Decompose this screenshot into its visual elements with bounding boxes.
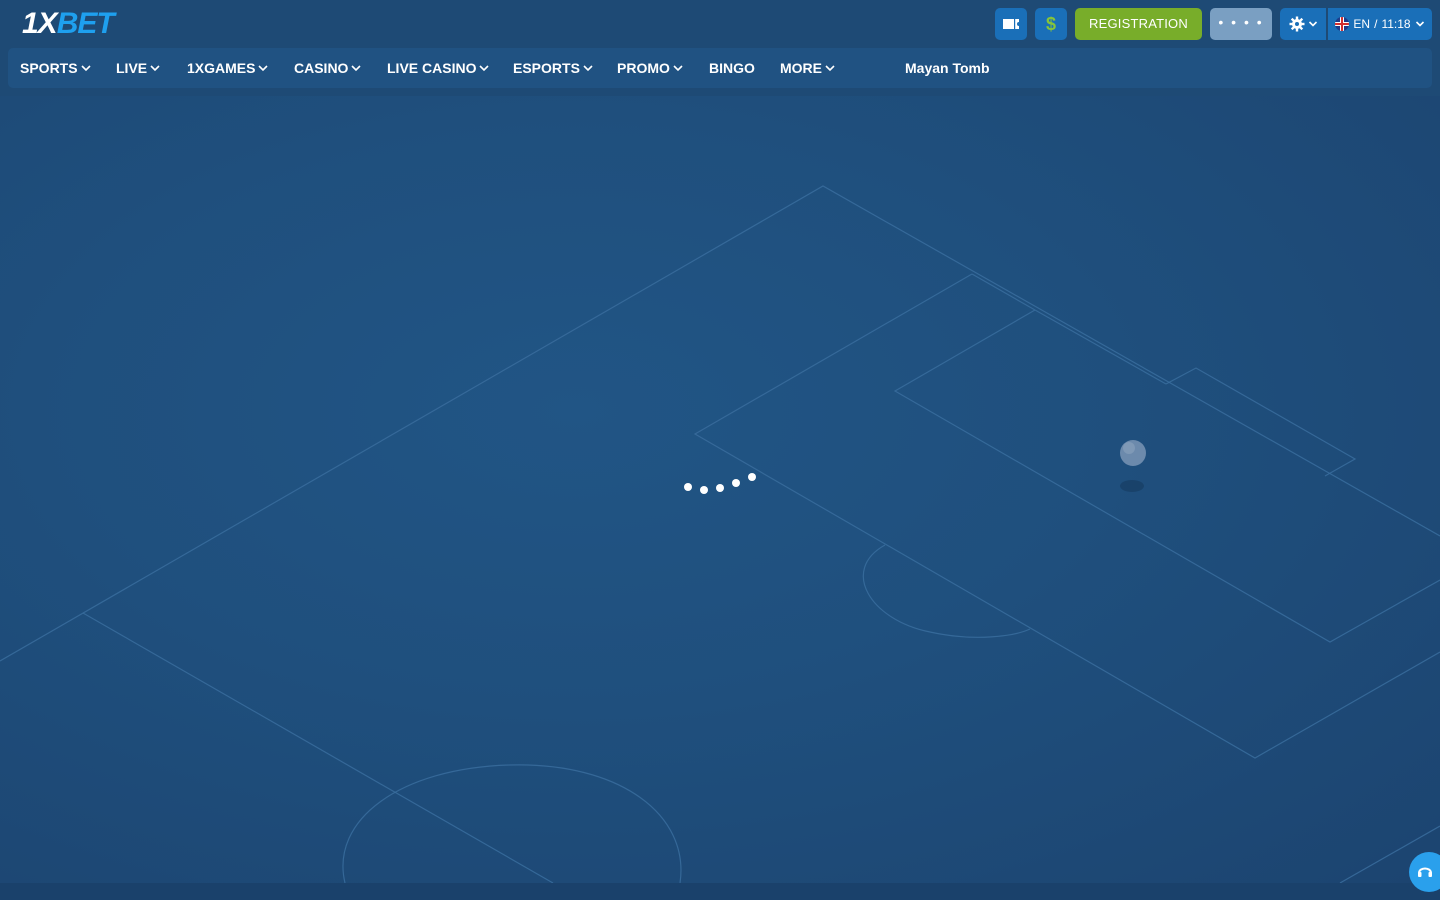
nav-item-label: LIVE: [116, 60, 148, 76]
settings-button[interactable]: [1280, 8, 1326, 40]
chevron-down-icon: [673, 65, 683, 72]
site-logo[interactable]: 1XBET: [22, 7, 115, 40]
header-bar: 1XBET $ REGISTRATION • • • • EN / 11:18: [0, 0, 1440, 48]
chevron-down-icon: [479, 65, 490, 72]
chevron-down-icon: [81, 65, 91, 72]
chevron-down-icon: [150, 65, 160, 72]
nav-item-live[interactable]: LIVE: [116, 48, 160, 88]
chevron-down-icon: [583, 65, 593, 72]
nav-item-esports[interactable]: ESPORTS: [513, 48, 593, 88]
coupon-icon: [1003, 19, 1019, 29]
game-title: Mayan Tomb: [905, 60, 990, 76]
loading-dots-icon: [684, 473, 756, 494]
chevron-down-icon: [351, 65, 362, 72]
nav-item-label: 1XGAMES: [187, 60, 256, 76]
chevron-down-icon: [825, 65, 835, 72]
chevron-down-icon: [1308, 21, 1317, 27]
uk-flag-icon: [1335, 17, 1350, 31]
chevron-down-icon: [258, 65, 269, 72]
nav-item-label: MORE: [780, 60, 822, 76]
nav-item-label: ESPORTS: [513, 60, 580, 76]
nav-item-sports[interactable]: SPORTS: [20, 48, 91, 88]
loading-dot: [748, 473, 756, 481]
nav-item-promo[interactable]: PROMO: [617, 48, 683, 88]
bet-slip-button[interactable]: [995, 8, 1027, 40]
gear-icon: [1289, 16, 1304, 32]
nav-item-live-casino[interactable]: LIVE CASINO: [387, 48, 490, 88]
nav-item-label: PROMO: [617, 60, 670, 76]
nav-item-label: LIVE CASINO: [387, 60, 477, 76]
game-container: [0, 96, 1440, 883]
separator: /: [1374, 17, 1378, 31]
nav-item-bingo[interactable]: BINGO: [709, 48, 755, 88]
nav-item-label: BINGO: [709, 60, 755, 76]
nav-item-label: SPORTS: [20, 60, 78, 76]
nav-item-more[interactable]: MORE: [780, 48, 835, 88]
nav-item-casino[interactable]: CASINO: [294, 48, 362, 88]
loading-dot: [732, 479, 740, 487]
language-time-selector[interactable]: EN / 11:18: [1328, 8, 1432, 40]
deposit-button[interactable]: $: [1035, 8, 1067, 40]
loading-dot: [716, 484, 724, 492]
nav-item-label: CASINO: [294, 60, 349, 76]
logo-part-2: BET: [56, 7, 115, 40]
clock-time: 11:18: [1381, 17, 1411, 31]
ball-shadow: [1120, 480, 1144, 492]
login-button[interactable]: • • • •: [1210, 8, 1272, 40]
registration-button[interactable]: REGISTRATION: [1075, 8, 1202, 40]
loading-dot: [684, 483, 692, 491]
loading-dot: [700, 486, 708, 494]
main-nav: SPORTS LIVE 1XGAMES CASINO LIVE CASINO E…: [8, 48, 1432, 88]
logo-part-1: 1X: [22, 7, 58, 40]
dollar-icon: $: [1045, 13, 1056, 34]
nav-item-1xgames[interactable]: 1XGAMES: [187, 48, 269, 88]
headset-icon: [1418, 867, 1432, 877]
bottom-strip: [0, 883, 1440, 900]
chevron-down-icon: [1415, 21, 1424, 27]
language-label: EN: [1353, 17, 1371, 31]
